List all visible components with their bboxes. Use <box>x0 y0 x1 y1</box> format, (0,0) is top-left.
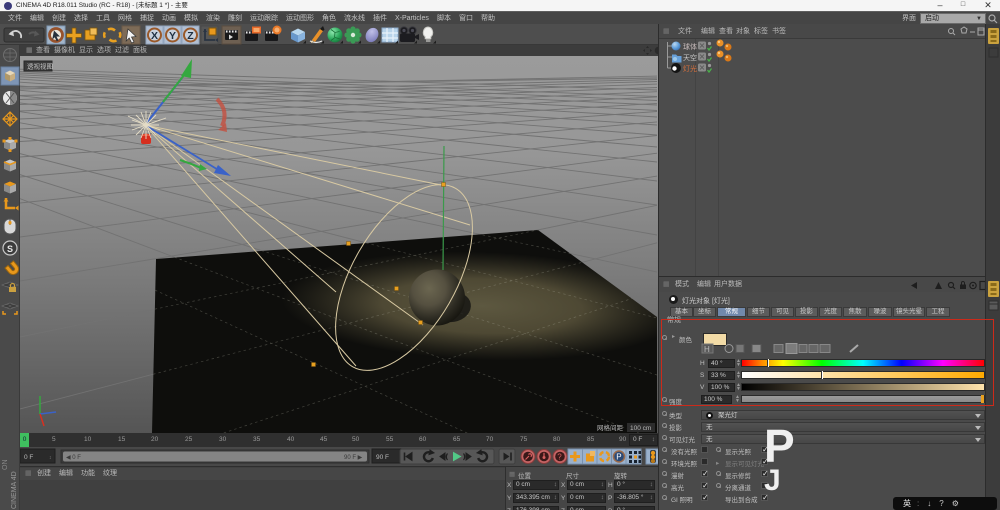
svg-text:X: X <box>151 30 158 42</box>
svg-text:Y: Y <box>169 30 176 42</box>
svg-text:◀ 0 F: ◀ 0 F <box>66 455 81 461</box>
svg-text:S: S <box>7 244 13 254</box>
svg-text:透视视图: 透视视图 <box>27 62 53 71</box>
svg-text:天空: 天空 <box>683 53 697 62</box>
svg-text:90 F: 90 F <box>376 454 389 461</box>
svg-text:P: P <box>616 453 621 462</box>
svg-text:球体: 球体 <box>683 42 697 51</box>
svg-text:?: ? <box>557 453 562 462</box>
svg-text:灯光: 灯光 <box>683 64 697 73</box>
svg-text:Z: Z <box>187 30 194 42</box>
svg-text:90 F ▶: 90 F ▶ <box>344 455 363 461</box>
svg-text:↕: ↕ <box>49 455 52 461</box>
svg-text:网格间距: 网格间距 <box>597 423 624 432</box>
svg-text:100 cm: 100 cm <box>630 425 651 432</box>
svg-text:0 F: 0 F <box>24 454 33 461</box>
